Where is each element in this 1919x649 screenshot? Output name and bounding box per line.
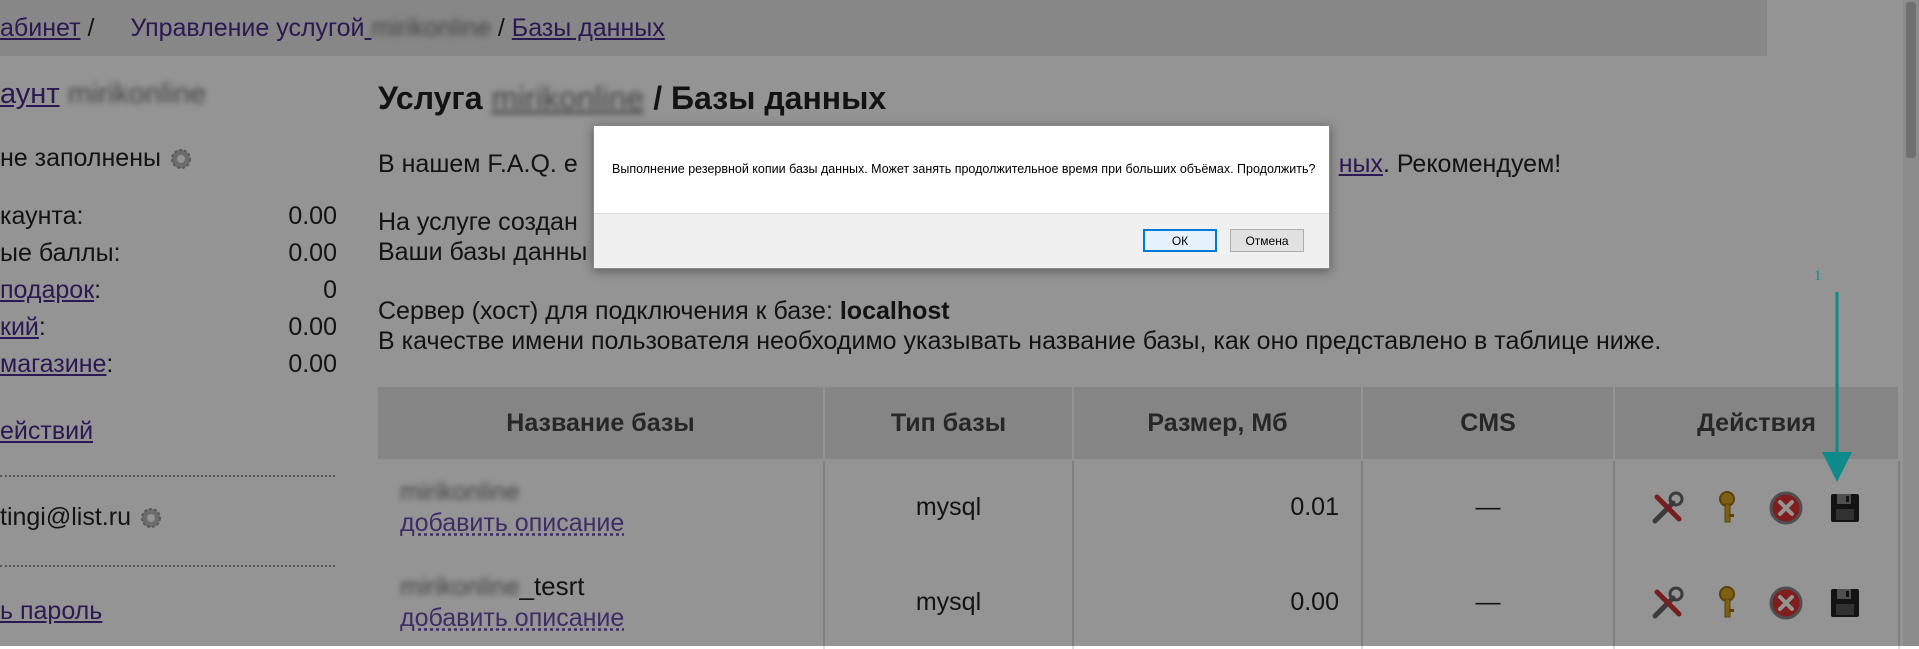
cancel-button[interactable]: Отмена bbox=[1230, 229, 1304, 252]
dialog-message: Выполнение резервной копии базы данных. … bbox=[612, 162, 1316, 176]
annotation-layer bbox=[986, 223, 1852, 482]
annotation-label-1: 1 bbox=[1814, 268, 1822, 284]
dialog-footer: ОК Отмена bbox=[594, 213, 1329, 268]
confirm-dialog: Выполнение резервной копии базы данных. … bbox=[593, 125, 1330, 269]
ok-button[interactable]: ОК bbox=[1143, 229, 1217, 252]
